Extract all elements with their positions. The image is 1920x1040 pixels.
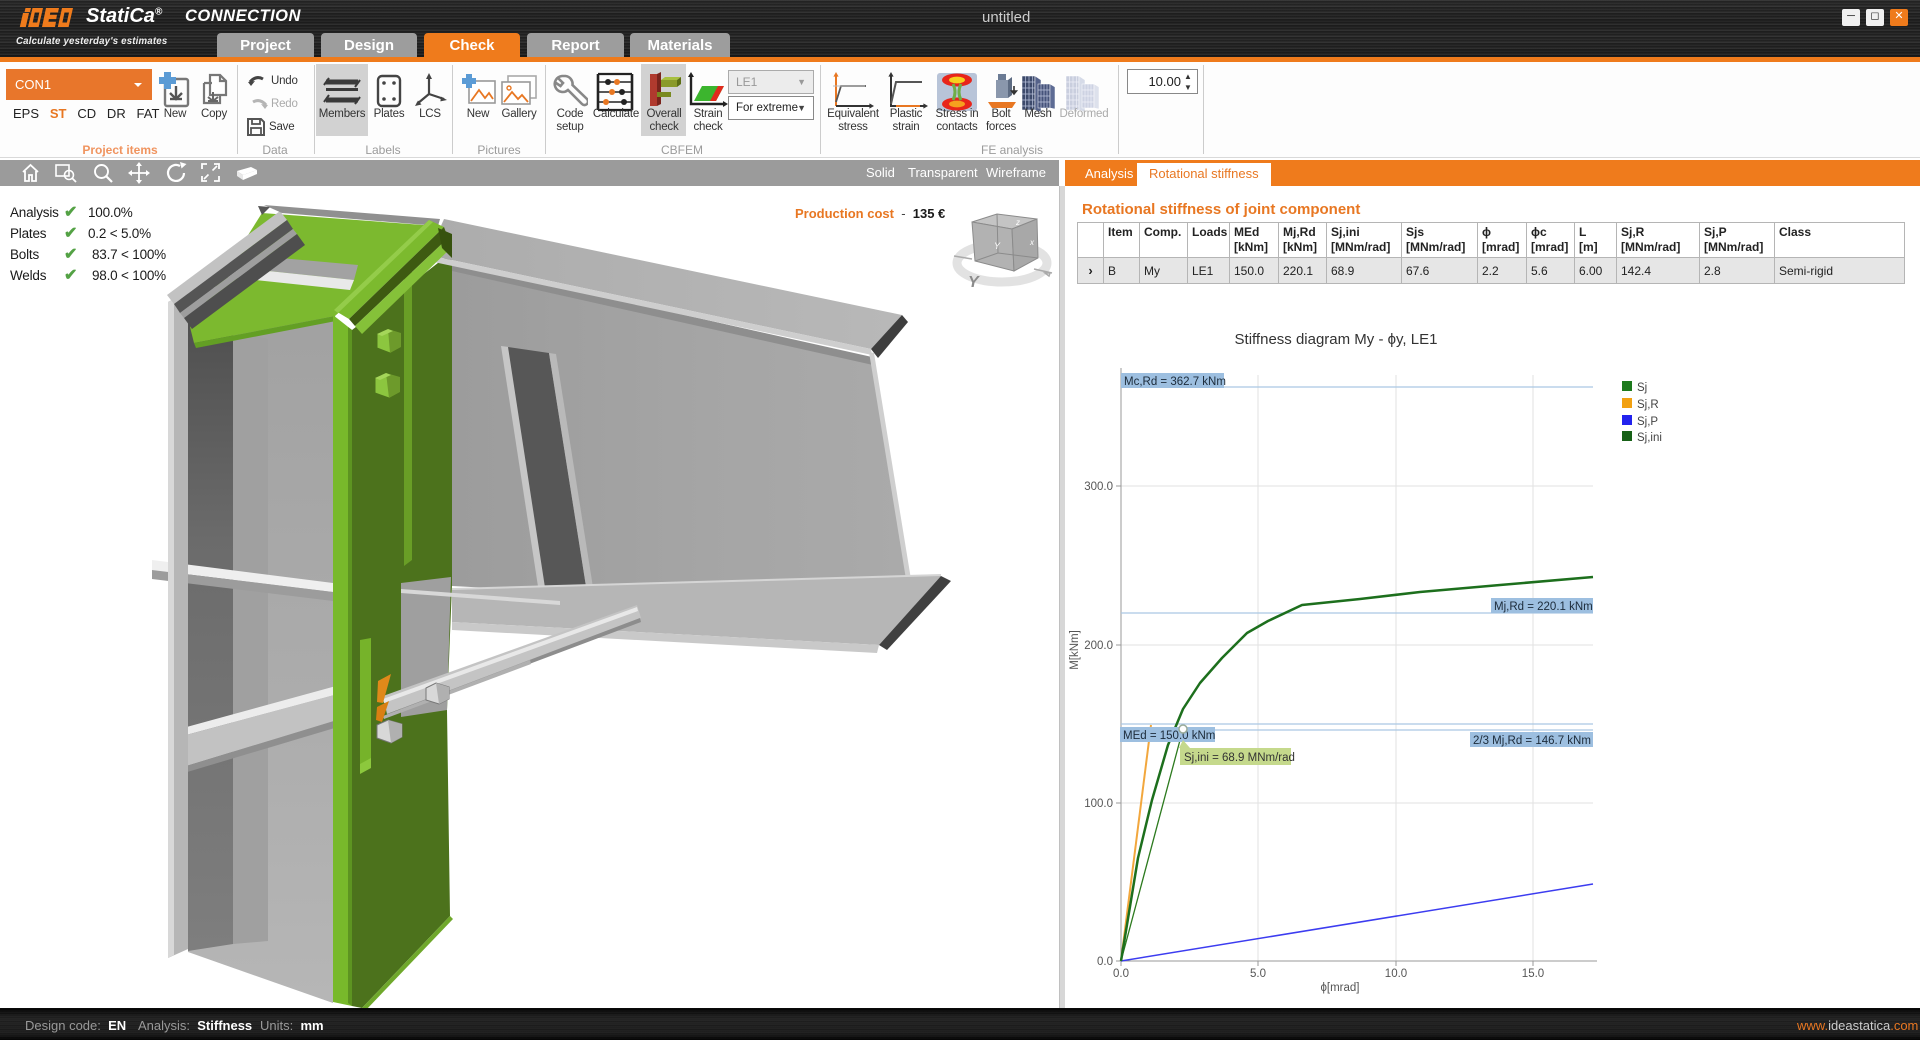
svg-text:0.0: 0.0 <box>1097 956 1113 968</box>
svg-text:MEd = 150.0 kNm: MEd = 150.0 kNm <box>1123 730 1215 742</box>
svg-text:5.0: 5.0 <box>1250 968 1266 980</box>
svg-text:ϕ[mrad]: ϕ[mrad] <box>1320 982 1359 994</box>
svg-text:Mc,Rd = 362.7 kNm: Mc,Rd = 362.7 kNm <box>1124 376 1226 388</box>
svg-text:100.0: 100.0 <box>1084 798 1113 810</box>
svg-text:Sj: Sj <box>1637 382 1647 394</box>
svg-text:Mj,Rd = 220.1 kNm: Mj,Rd = 220.1 kNm <box>1494 601 1593 613</box>
svg-text:Stiffness diagram My - ϕy, LE1: Stiffness diagram My - ϕy, LE1 <box>1235 331 1438 348</box>
svg-text:Sj,ini: Sj,ini <box>1637 432 1662 444</box>
svg-text:0.0: 0.0 <box>1113 968 1129 980</box>
svg-text:300.0: 300.0 <box>1084 481 1113 493</box>
svg-text:M[kNm]: M[kNm] <box>1069 630 1081 670</box>
svg-text:200.0: 200.0 <box>1084 640 1113 652</box>
svg-text:Sj,ini = 68.9 MNm/rad: Sj,ini = 68.9 MNm/rad <box>1184 752 1295 764</box>
svg-text:10.0: 10.0 <box>1385 968 1407 980</box>
svg-text:Sj,P: Sj,P <box>1637 416 1658 428</box>
svg-text:Sj,R: Sj,R <box>1637 399 1659 411</box>
svg-text:15.0: 15.0 <box>1522 968 1544 980</box>
svg-text:2/3 Mj,Rd = 146.7 kNm: 2/3 Mj,Rd = 146.7 kNm <box>1473 735 1591 747</box>
